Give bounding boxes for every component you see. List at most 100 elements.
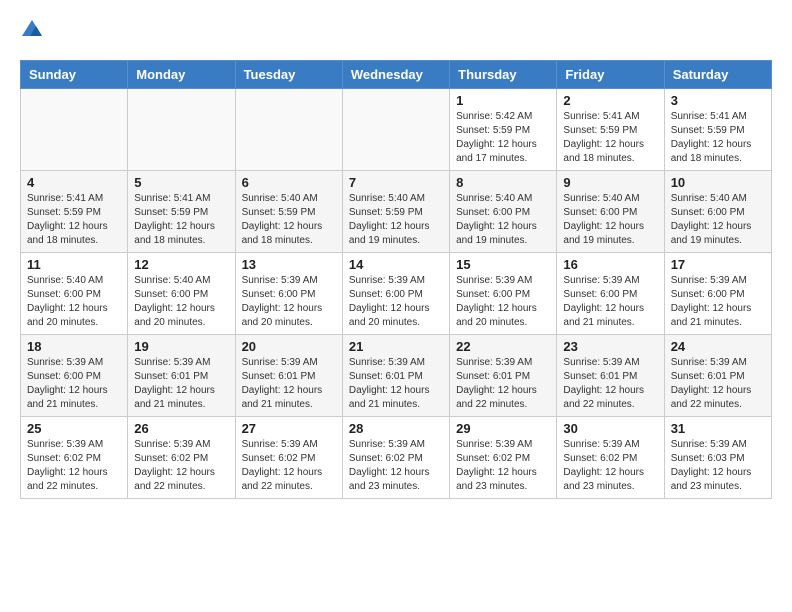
- calendar-cell: 18Sunrise: 5:39 AM Sunset: 6:00 PM Dayli…: [21, 335, 128, 417]
- calendar-cell: 31 Sunrise: 5:39 AM Sunset: 6:03 PM Dayli…: [664, 417, 771, 499]
- day-info: Sunrise: 5:40 AM Sunset: 6:00 PM Dayligh…: [27, 274, 121, 330]
- calendar-cell: 29 Sunrise: 5:39 AM Sunset: 6:02 PM Dayli…: [450, 417, 557, 499]
- day-info: Sunrise: 5:39 AM Sunset: 6:03 PM Dayligh…: [671, 438, 765, 494]
- day-number: 11: [27, 257, 121, 272]
- weekday-header-sunday: Sunday: [21, 61, 128, 89]
- day-info: Sunrise: 5:40 AM Sunset: 6:00 PM Dayligh…: [671, 192, 765, 248]
- day-info: Sunrise: 5:40 AM Sunset: 6:00 PM Dayligh…: [134, 274, 228, 330]
- day-number: 25: [27, 421, 121, 436]
- day-info: Sunrise: 5:39 AM Sunset: 6:02 PM Dayligh…: [456, 438, 550, 494]
- calendar-cell: 30 Sunrise: 5:39 AM Sunset: 6:02 PM Dayli…: [557, 417, 664, 499]
- day-number: 30: [563, 421, 657, 436]
- day-number: 1: [456, 93, 550, 108]
- calendar-cell: 26Sunrise: 5:39 AM Sunset: 6:02 PM Dayli…: [128, 417, 235, 499]
- day-number: 12: [134, 257, 228, 272]
- day-info: Sunrise: 5:42 AM Sunset: 5:59 PM Dayligh…: [456, 110, 550, 166]
- day-number: 3: [671, 93, 765, 108]
- day-number: 29: [456, 421, 550, 436]
- calendar-cell: [342, 89, 449, 171]
- day-number: 18: [27, 339, 121, 354]
- day-info: Sunrise: 5:39 AM Sunset: 6:02 PM Dayligh…: [349, 438, 443, 494]
- day-info: Sunrise: 5:40 AM Sunset: 6:00 PM Dayligh…: [456, 192, 550, 248]
- weekday-header-saturday: Saturday: [664, 61, 771, 89]
- day-info: Sunrise: 5:39 AM Sunset: 6:01 PM Dayligh…: [242, 356, 336, 412]
- day-info: Sunrise: 5:39 AM Sunset: 6:01 PM Dayligh…: [671, 356, 765, 412]
- day-number: 8: [456, 175, 550, 190]
- day-info: Sunrise: 5:39 AM Sunset: 6:02 PM Dayligh…: [563, 438, 657, 494]
- calendar-cell: 27 Sunrise: 5:39 AM Sunset: 6:02 PM Dayli…: [235, 417, 342, 499]
- day-number: 14: [349, 257, 443, 272]
- day-info: Sunrise: 5:39 AM Sunset: 6:01 PM Dayligh…: [563, 356, 657, 412]
- calendar-cell: [21, 89, 128, 171]
- day-info: Sunrise: 5:39 AM Sunset: 6:00 PM Dayligh…: [671, 274, 765, 330]
- calendar-week-row: 1 Sunrise: 5:42 AM Sunset: 5:59 PM Daylig…: [21, 89, 772, 171]
- calendar-cell: 6Sunrise: 5:40 AM Sunset: 5:59 PM Daylig…: [235, 171, 342, 253]
- page-header: [20, 20, 772, 44]
- day-number: 5: [134, 175, 228, 190]
- day-info: Sunrise: 5:39 AM Sunset: 6:01 PM Dayligh…: [134, 356, 228, 412]
- calendar-cell: 11 Sunrise: 5:40 AM Sunset: 6:00 PM Dayli…: [21, 253, 128, 335]
- calendar-cell: 13 Sunrise: 5:39 AM Sunset: 6:00 PM Dayli…: [235, 253, 342, 335]
- calendar-cell: 3 Sunrise: 5:41 AM Sunset: 5:59 PM Daylig…: [664, 89, 771, 171]
- day-number: 23: [563, 339, 657, 354]
- calendar-week-row: 11 Sunrise: 5:40 AM Sunset: 6:00 PM Dayli…: [21, 253, 772, 335]
- day-info: Sunrise: 5:40 AM Sunset: 5:59 PM Dayligh…: [349, 192, 443, 248]
- day-info: Sunrise: 5:41 AM Sunset: 5:59 PM Dayligh…: [27, 192, 121, 248]
- day-info: Sunrise: 5:39 AM Sunset: 6:02 PM Dayligh…: [27, 438, 121, 494]
- calendar-cell: 21 Sunrise: 5:39 AM Sunset: 6:01 PM Dayli…: [342, 335, 449, 417]
- calendar-cell: 16 Sunrise: 5:39 AM Sunset: 6:00 PM Dayli…: [557, 253, 664, 335]
- day-number: 21: [349, 339, 443, 354]
- calendar-cell: 9 Sunrise: 5:40 AM Sunset: 6:00 PM Daylig…: [557, 171, 664, 253]
- weekday-header-thursday: Thursday: [450, 61, 557, 89]
- day-info: Sunrise: 5:39 AM Sunset: 6:02 PM Dayligh…: [242, 438, 336, 494]
- day-number: 22: [456, 339, 550, 354]
- day-info: Sunrise: 5:39 AM Sunset: 6:01 PM Dayligh…: [349, 356, 443, 412]
- calendar-cell: 12 Sunrise: 5:40 AM Sunset: 6:00 PM Dayli…: [128, 253, 235, 335]
- calendar-cell: 8 Sunrise: 5:40 AM Sunset: 6:00 PM Daylig…: [450, 171, 557, 253]
- calendar-cell: 23 Sunrise: 5:39 AM Sunset: 6:01 PM Dayli…: [557, 335, 664, 417]
- calendar-week-row: 18Sunrise: 5:39 AM Sunset: 6:00 PM Dayli…: [21, 335, 772, 417]
- calendar-cell: 20 Sunrise: 5:39 AM Sunset: 6:01 PM Dayli…: [235, 335, 342, 417]
- day-number: 4: [27, 175, 121, 190]
- day-info: Sunrise: 5:40 AM Sunset: 6:00 PM Dayligh…: [563, 192, 657, 248]
- weekday-header-tuesday: Tuesday: [235, 61, 342, 89]
- calendar-cell: [235, 89, 342, 171]
- calendar-cell: 28Sunrise: 5:39 AM Sunset: 6:02 PM Dayli…: [342, 417, 449, 499]
- calendar-cell: 2 Sunrise: 5:41 AM Sunset: 5:59 PM Daylig…: [557, 89, 664, 171]
- day-number: 6: [242, 175, 336, 190]
- day-number: 26: [134, 421, 228, 436]
- calendar-cell: 24 Sunrise: 5:39 AM Sunset: 6:01 PM Dayli…: [664, 335, 771, 417]
- logo: [20, 20, 46, 44]
- day-number: 9: [563, 175, 657, 190]
- day-number: 13: [242, 257, 336, 272]
- day-number: 2: [563, 93, 657, 108]
- weekday-header-row: SundayMondayTuesdayWednesdayThursdayFrid…: [21, 61, 772, 89]
- day-info: Sunrise: 5:41 AM Sunset: 5:59 PM Dayligh…: [563, 110, 657, 166]
- calendar-cell: 22Sunrise: 5:39 AM Sunset: 6:01 PM Dayli…: [450, 335, 557, 417]
- calendar-cell: 15Sunrise: 5:39 AM Sunset: 6:00 PM Dayli…: [450, 253, 557, 335]
- calendar-cell: 10Sunrise: 5:40 AM Sunset: 6:00 PM Dayli…: [664, 171, 771, 253]
- day-info: Sunrise: 5:39 AM Sunset: 6:00 PM Dayligh…: [456, 274, 550, 330]
- calendar-table: SundayMondayTuesdayWednesdayThursdayFrid…: [20, 60, 772, 499]
- calendar-cell: 17Sunrise: 5:39 AM Sunset: 6:00 PM Dayli…: [664, 253, 771, 335]
- calendar-cell: 5 Sunrise: 5:41 AM Sunset: 5:59 PM Daylig…: [128, 171, 235, 253]
- calendar-cell: 1 Sunrise: 5:42 AM Sunset: 5:59 PM Daylig…: [450, 89, 557, 171]
- day-number: 27: [242, 421, 336, 436]
- calendar-cell: 25 Sunrise: 5:39 AM Sunset: 6:02 PM Dayli…: [21, 417, 128, 499]
- day-number: 31: [671, 421, 765, 436]
- logo-icon: [20, 18, 44, 42]
- day-number: 20: [242, 339, 336, 354]
- weekday-header-monday: Monday: [128, 61, 235, 89]
- day-info: Sunrise: 5:41 AM Sunset: 5:59 PM Dayligh…: [671, 110, 765, 166]
- day-info: Sunrise: 5:39 AM Sunset: 6:00 PM Dayligh…: [563, 274, 657, 330]
- calendar-week-row: 4 Sunrise: 5:41 AM Sunset: 5:59 PM Daylig…: [21, 171, 772, 253]
- calendar-cell: 4 Sunrise: 5:41 AM Sunset: 5:59 PM Daylig…: [21, 171, 128, 253]
- day-info: Sunrise: 5:39 AM Sunset: 6:00 PM Dayligh…: [242, 274, 336, 330]
- day-number: 24: [671, 339, 765, 354]
- calendar-cell: 19Sunrise: 5:39 AM Sunset: 6:01 PM Dayli…: [128, 335, 235, 417]
- weekday-header-wednesday: Wednesday: [342, 61, 449, 89]
- day-number: 7: [349, 175, 443, 190]
- day-number: 16: [563, 257, 657, 272]
- day-info: Sunrise: 5:41 AM Sunset: 5:59 PM Dayligh…: [134, 192, 228, 248]
- calendar-cell: [128, 89, 235, 171]
